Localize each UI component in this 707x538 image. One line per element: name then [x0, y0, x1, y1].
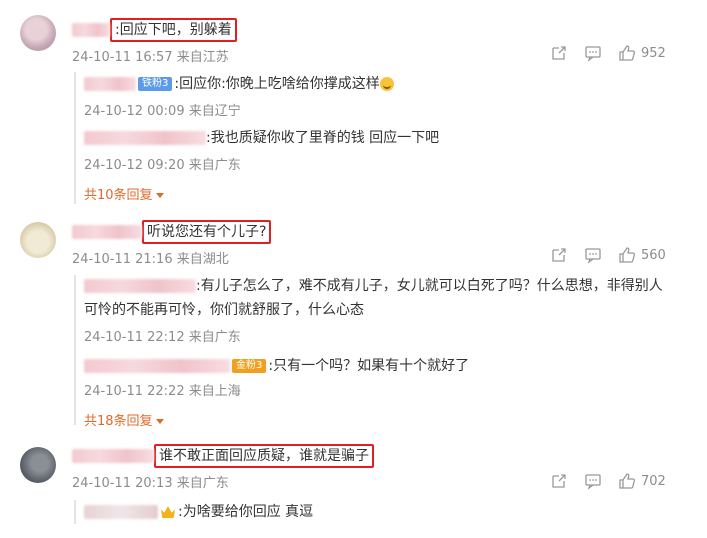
reply-text-line1: :有儿子怎么了，难不成有儿子，女儿就可以白死了吗？什么思想，非得别人 — [196, 278, 663, 294]
like-count: 702 — [641, 474, 666, 489]
username-blurred[interactable] — [84, 131, 206, 145]
reply-location: 来自广东 — [188, 158, 241, 173]
reply-text-line2: 可怜的不能再可怜，你们就舒服了，什么心态 — [84, 302, 364, 318]
username-blurred[interactable] — [84, 279, 196, 293]
reply-text: :我也质疑你收了里脊的钱 回应一下吧 — [206, 130, 440, 146]
comment-3-meta: 24-10-11 20:13 来自广东 — [72, 472, 229, 491]
comment-icon[interactable] — [584, 246, 602, 264]
reply-meta: 24-10-11 22:22 来自上海 — [84, 380, 241, 399]
reply-thread-line — [74, 500, 76, 524]
expand-replies-link[interactable]: 共10条回复 — [84, 184, 164, 203]
comment-3-text: 谁不敢正面回应质疑，谁就是骗子 — [154, 444, 374, 468]
comment-2-text: 听说您还有个儿子? — [142, 220, 272, 244]
caret-down-icon — [155, 193, 164, 198]
username-blurred[interactable] — [72, 449, 154, 463]
share-icon[interactable] — [550, 246, 568, 264]
avatar[interactable] — [20, 15, 56, 51]
reply-thread-line — [74, 72, 76, 204]
comment-time: 24-10-11 21:16 — [72, 252, 173, 267]
reply-time: 24-10-11 22:22 — [84, 384, 185, 399]
reply: :为啥要给你回应 真逗 — [84, 502, 313, 522]
username-blurred[interactable] — [72, 225, 142, 239]
comment-location: 来自广东 — [176, 476, 229, 491]
reply-text: :只有一个吗？如果有十个就好了 — [268, 358, 470, 374]
comment-time: 24-10-11 20:13 — [72, 476, 173, 491]
comment-location: 来自湖北 — [176, 252, 229, 267]
like-icon[interactable] — [618, 472, 636, 490]
fan-badge: 铁粉3 — [138, 77, 173, 91]
reply-text: :回应你:你晚上吃啥给你撑成这样 — [174, 76, 380, 92]
reply: :我也质疑你收了里脊的钱 回应一下吧 — [84, 128, 439, 148]
comment-2-meta: 24-10-11 21:16 来自湖北 — [72, 248, 229, 267]
reply: 铁粉3:回应你:你晚上吃啥给你撑成这样 — [84, 74, 394, 94]
comment-1-meta: 24-10-11 16:57 来自江苏 — [72, 46, 229, 65]
share-icon[interactable] — [550, 44, 568, 62]
comment-icon[interactable] — [584, 44, 602, 62]
like-icon[interactable] — [618, 246, 636, 264]
comment-1-text: :回应下吧，别躲着 — [110, 18, 237, 42]
reply-location: 来自上海 — [188, 384, 241, 399]
crown-icon — [161, 506, 175, 518]
fan-badge: 金粉3 — [232, 359, 267, 373]
share-icon[interactable] — [550, 472, 568, 490]
comment-location: 来自江苏 — [176, 50, 229, 65]
expand-replies-label: 共18条回复 — [84, 414, 153, 429]
comment-3: 谁不敢正面回应质疑，谁就是骗子 — [72, 444, 374, 468]
reply: :有儿子怎么了，难不成有儿子，女儿就可以白死了吗？什么思想，非得别人 — [84, 276, 663, 296]
avatar[interactable] — [20, 447, 56, 483]
like-icon[interactable] — [618, 44, 636, 62]
reply: 金粉3:只有一个吗？如果有十个就好了 — [84, 356, 469, 376]
like-count: 560 — [641, 248, 666, 263]
reply-time: 24-10-12 09:20 — [84, 158, 185, 173]
reply-thread-line — [74, 275, 76, 425]
username-blurred[interactable] — [84, 359, 230, 373]
expand-replies-label: 共10条回复 — [84, 188, 153, 203]
avatar[interactable] — [20, 222, 56, 258]
comment-2: 听说您还有个儿子? — [72, 220, 272, 244]
laugh-emoji-icon — [379, 77, 394, 91]
reply-text: :为啥要给你回应 真逗 — [178, 504, 314, 520]
expand-replies-link[interactable]: 共18条回复 — [84, 410, 164, 429]
username-blurred[interactable] — [72, 23, 110, 37]
comment-icon[interactable] — [584, 472, 602, 490]
reply-meta: 24-10-12 00:09 来自辽宁 — [84, 100, 241, 119]
reply-time: 24-10-12 00:09 — [84, 104, 185, 119]
username-blurred[interactable] — [84, 505, 158, 519]
comment-time: 24-10-11 16:57 — [72, 50, 173, 65]
reply-time: 24-10-11 22:12 — [84, 330, 185, 345]
comment-1: :回应下吧，别躲着 — [72, 18, 237, 42]
reply-location: 来自广东 — [188, 330, 241, 345]
username-blurred[interactable] — [84, 77, 136, 91]
like-count: 952 — [641, 46, 666, 61]
reply-location: 来自辽宁 — [188, 104, 241, 119]
reply-meta: 24-10-12 09:20 来自广东 — [84, 154, 241, 173]
reply-meta: 24-10-11 22:12 来自广东 — [84, 326, 241, 345]
caret-down-icon — [155, 419, 164, 424]
